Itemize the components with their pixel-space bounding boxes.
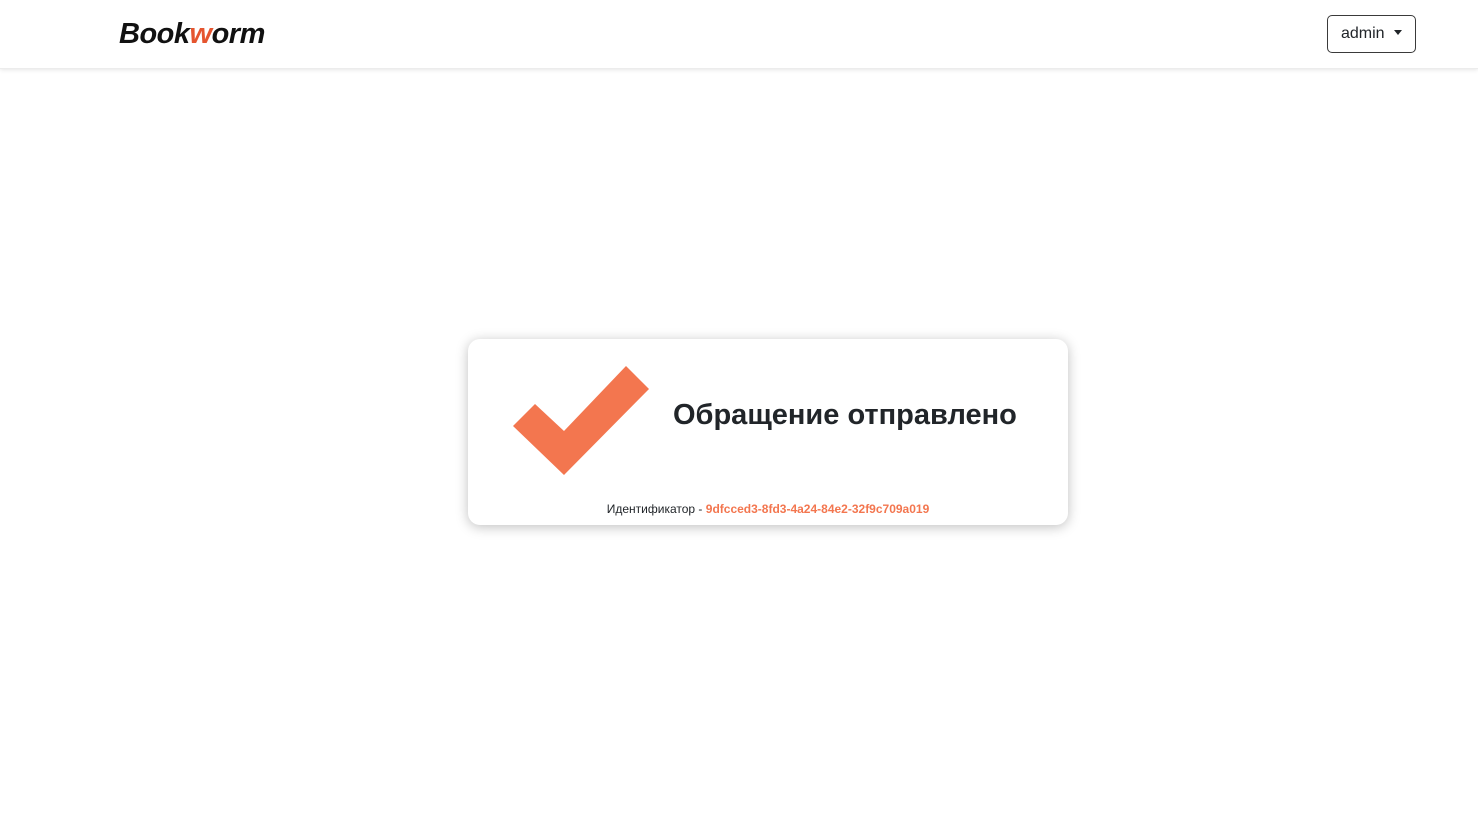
brand-logo[interactable]: Bookworm xyxy=(119,14,265,54)
caret-down-icon xyxy=(1393,30,1402,35)
brand-text-end: orm xyxy=(211,18,266,50)
request-id-label: Идентификатор - xyxy=(606,502,703,516)
brand-text-start: Book xyxy=(119,18,190,50)
checkmark-icon xyxy=(513,366,649,475)
success-title: Обращение отправлено xyxy=(673,399,1017,431)
request-id-value: 9dfcced3-8fd3-4a24-84e2-32f9c709a019 xyxy=(705,502,930,516)
top-navbar: Bookworm admin xyxy=(0,0,1478,69)
user-name-label: admin xyxy=(1341,25,1385,42)
request-id-line: Идентификатор - 9dfcced3-8fd3-4a24-84e2-… xyxy=(468,500,1068,518)
user-menu-button[interactable]: admin xyxy=(1327,15,1416,53)
brand-text-accent: w xyxy=(189,18,213,50)
success-card: Обращение отправлено Идентификатор - 9df… xyxy=(468,339,1068,525)
